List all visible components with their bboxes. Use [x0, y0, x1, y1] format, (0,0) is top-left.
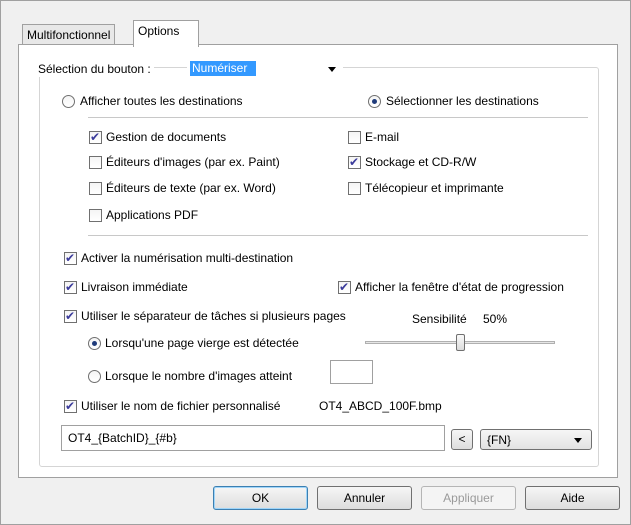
select-destinations-radio[interactable] — [368, 95, 381, 108]
filename-pattern-input[interactable]: OT4_{BatchID}_{#b} — [61, 425, 445, 451]
storage-cdrw-label: Stockage et CD-R/W — [365, 155, 477, 169]
show-progress-label: Afficher la fenêtre d'état de progressio… — [355, 280, 564, 294]
select-destinations-label: Sélectionner les destinations — [386, 94, 539, 108]
pdf-applications-checkbox[interactable] — [89, 209, 102, 222]
divider — [88, 117, 588, 118]
show-all-destinations-label: Afficher toutes les destinations — [80, 94, 243, 108]
button-selection-value: Numériser — [190, 61, 256, 76]
ok-button[interactable]: OK — [213, 486, 308, 510]
fax-printer-checkbox[interactable] — [348, 182, 361, 195]
divider — [88, 235, 588, 236]
image-count-label: Lorsque le nombre d'images atteint — [105, 369, 293, 383]
tab-options[interactable]: Options — [133, 20, 199, 47]
instant-delivery-label: Livraison immédiate — [81, 280, 188, 294]
blank-page-radio[interactable] — [88, 337, 101, 350]
image-count-radio[interactable] — [88, 370, 101, 383]
token-combo[interactable]: {FN} — [480, 429, 592, 450]
image-editors-label: Éditeurs d'images (par ex. Paint) — [106, 155, 280, 169]
instant-delivery-checkbox[interactable] — [64, 280, 77, 294]
sensitivity-slider-thumb[interactable] — [455, 334, 465, 351]
cancel-button[interactable]: Annuler — [317, 486, 412, 510]
help-button[interactable]: Aide — [525, 486, 620, 510]
text-editors-checkbox[interactable] — [89, 182, 102, 195]
storage-cdrw-checkbox[interactable] — [348, 155, 361, 169]
insert-token-button[interactable]: < — [451, 429, 473, 450]
show-progress-checkbox[interactable] — [338, 280, 351, 294]
apply-button[interactable]: Appliquer — [421, 486, 516, 510]
multi-destination-checkbox[interactable] — [64, 251, 77, 265]
image-editors-checkbox[interactable] — [89, 156, 102, 169]
fax-printer-label: Télécopieur et imprimante — [365, 181, 504, 195]
text-editors-label: Éditeurs de texte (par ex. Word) — [106, 181, 276, 195]
tab-multifonctionnel[interactable]: Multifonctionnel — [22, 24, 116, 45]
chevron-down-icon — [574, 438, 582, 443]
token-combo-value: {FN} — [487, 433, 512, 447]
custom-filename-label: Utiliser le nom de fichier personnalisé — [81, 399, 281, 413]
document-management-checkbox[interactable] — [89, 130, 102, 144]
button-selection-combo[interactable]: Numériser — [187, 60, 343, 79]
image-count-input[interactable] — [330, 360, 373, 384]
pdf-applications-label: Applications PDF — [106, 208, 199, 222]
email-checkbox[interactable] — [348, 131, 361, 144]
button-selection-label: Sélection du bouton : — [38, 61, 154, 77]
email-label: E-mail — [365, 130, 400, 144]
multi-destination-label: Activer la numérisation multi-destinatio… — [81, 251, 294, 265]
document-management-label: Gestion de documents — [106, 130, 227, 144]
show-all-destinations-radio[interactable] — [62, 95, 75, 108]
sensitivity-label: Sensibilité — [412, 312, 467, 326]
job-separator-checkbox[interactable] — [64, 309, 77, 323]
custom-filename-checkbox[interactable] — [64, 399, 77, 413]
blank-page-label: Lorsqu'une page vierge est détectée — [105, 336, 299, 350]
filename-preview: OT4_ABCD_100F.bmp — [319, 399, 442, 413]
job-separator-label: Utiliser le séparateur de tâches si plus… — [81, 309, 346, 323]
sensitivity-value: 50% — [483, 312, 508, 326]
chevron-down-icon — [328, 67, 336, 72]
options-panel: Sélection du bouton : Numériser Afficher… — [18, 44, 618, 478]
